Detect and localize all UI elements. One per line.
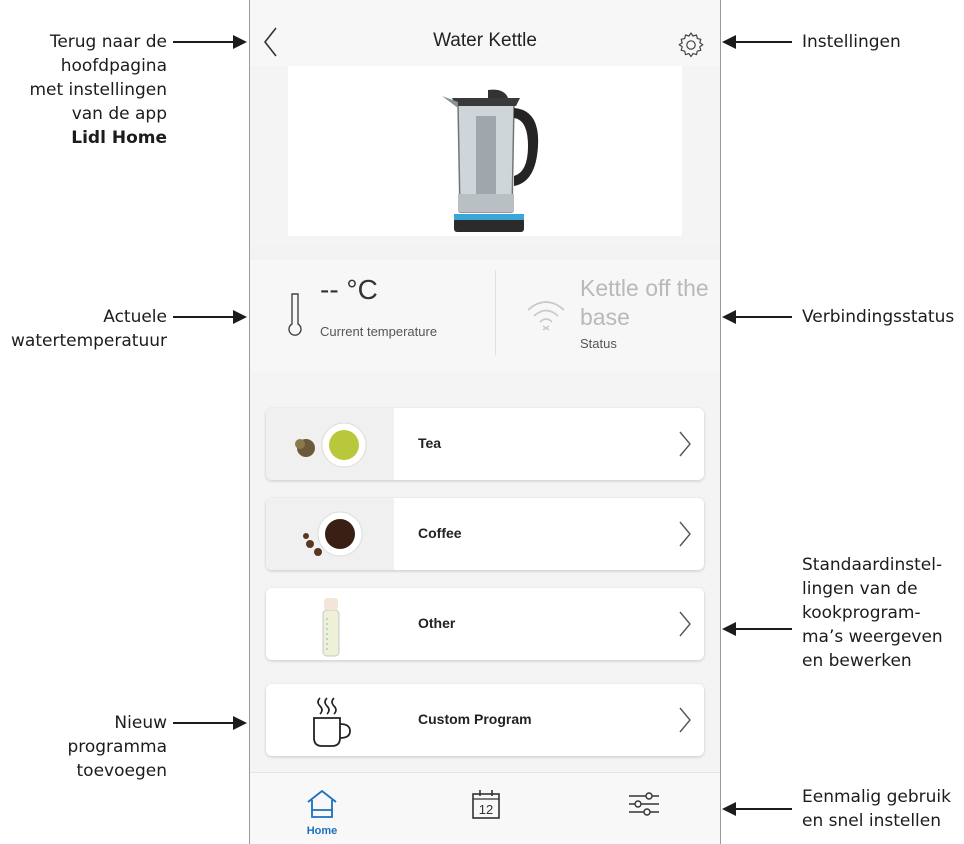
program-label-coffee: Coffee [418,525,462,541]
wifi-off-icon [527,301,565,331]
calendar-icon: 12 [472,790,500,819]
connection-label: Status [580,336,617,351]
status-divider [495,270,496,356]
chevron-right-icon [679,707,691,733]
annotation-connection: Verbindingsstatus [802,307,955,327]
arrow-back [173,35,247,49]
gear-icon[interactable] [676,30,706,60]
program-label-other: Other [418,615,456,631]
arrow-new-program [173,716,247,730]
home-icon [307,789,337,818]
program-card-coffee[interactable]: Coffee [266,498,704,570]
other-thumbnail [266,588,394,660]
program-card-other[interactable]: Other [266,588,704,660]
tab-schedule[interactable]: 12 [456,787,516,837]
page-title: Water Kettle [433,30,537,51]
arrow-connection [722,310,792,324]
connection-value: Kettle off the base [580,275,709,330]
kettle-illustration [442,89,539,232]
annotation-app-name: Lidl Home [71,128,167,148]
thermometer-icon [288,293,302,336]
arrow-settings [722,35,792,49]
program-card-tea[interactable]: Tea [266,408,704,480]
baby-bottle-image [322,598,340,657]
sliders-icon [629,792,659,816]
tea-thumbnail [266,408,394,480]
kettle-image [288,66,682,252]
hero-fade [250,236,720,260]
phone-screen: Water Kettle -- °C Current temperature K… [249,0,721,844]
annotation-settings: Instellingen [802,32,901,52]
coffee-thumbnail [266,498,394,570]
calendar-day: 12 [479,802,493,817]
status-panel: -- °C Current temperature Kettle off the… [250,260,720,372]
arrow-temperature [173,310,247,324]
arrow-quick [722,802,792,816]
program-label-custom: Custom Program [418,711,532,727]
annotation-defaults: Standaardinstel- lingen van de kookprogr… [802,555,943,671]
coffee-image [303,511,363,557]
custom-thumbnail [266,684,394,756]
annotation-new-program: Nieuw programma toevoegen [67,713,167,781]
chevron-right-icon [679,431,691,457]
program-card-custom[interactable]: Custom Program [266,684,704,756]
tea-image [295,422,367,468]
tab-home[interactable]: Home [292,787,352,837]
top-bar: Water Kettle [250,0,720,66]
temperature-label: Current temperature [320,324,438,339]
annotation-temperature: Actuele watertemperatuur [11,307,167,351]
annotation-back: Terug naar de hoofdpagina met instelling… [29,32,167,148]
steaming-cup-icon [313,697,351,747]
temperature-value: -- °C [320,274,378,305]
annotation-quick: Eenmalig gebruik en snel instellen [802,787,951,831]
chevron-right-icon [679,611,691,637]
tab-home-label: Home [306,825,338,837]
arrow-defaults [722,622,792,636]
tab-bar: Home 12 [250,772,720,844]
program-label-tea: Tea [418,435,442,451]
chevron-right-icon [679,521,691,547]
tab-quick-settings[interactable] [614,787,674,837]
